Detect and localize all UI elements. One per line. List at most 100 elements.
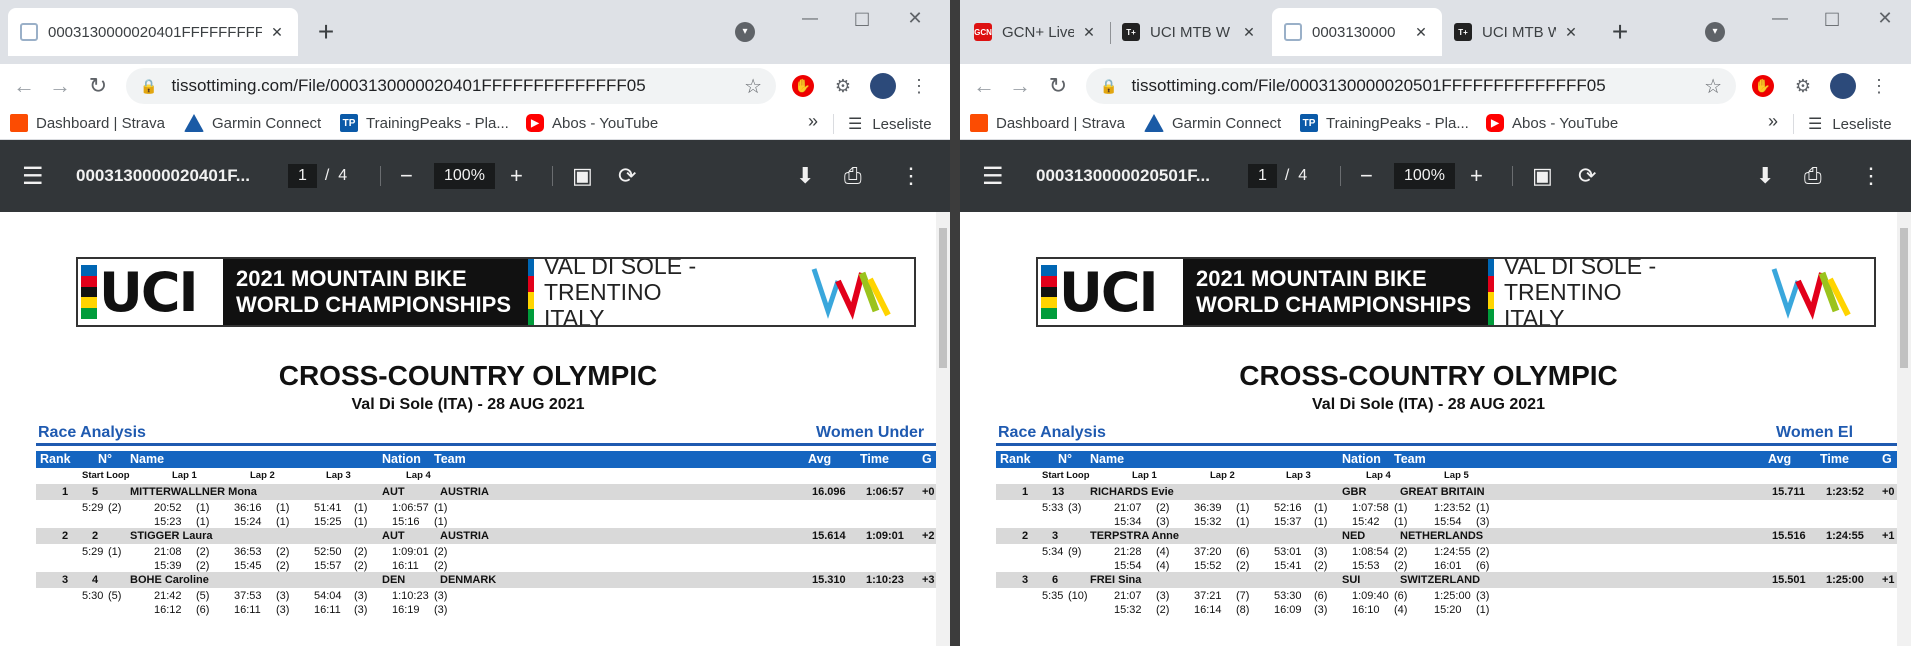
adblock-extension-icon[interactable]: ✋ xyxy=(1752,75,1774,97)
lap-value: 16:09 xyxy=(1274,604,1302,616)
page-number-input[interactable]: 1 xyxy=(1248,164,1277,188)
pdf-viewer[interactable]: UCI 2021 MOUNTAIN BIKE WORLD CHAMPIONSHI… xyxy=(0,212,950,646)
bookmark-3[interactable]: TP TrainingPeaks - Pla... xyxy=(340,114,509,132)
uci-rainbow-stripes xyxy=(81,265,97,319)
col-name: Name xyxy=(130,452,165,466)
pdf-scrollbar[interactable] xyxy=(1897,212,1911,646)
lap-value: (2) xyxy=(354,560,368,572)
tab-1[interactable]: GCN GCN+ Live ✕ xyxy=(962,8,1110,56)
maximize-icon[interactable]: □ xyxy=(1812,6,1852,32)
extensions-puzzle-icon[interactable]: ⚙ xyxy=(1792,75,1814,97)
close-tab-icon[interactable]: ✕ xyxy=(1412,24,1430,41)
lap-value: 5:30 xyxy=(82,590,104,602)
rotate-icon[interactable]: ⟳ xyxy=(1578,140,1596,212)
row-gap: +2 xyxy=(922,530,935,542)
tab-2[interactable]: T+ UCI MTB W ✕ xyxy=(1110,8,1270,56)
close-window-icon[interactable]: ✕ xyxy=(895,8,935,29)
close-tab-icon[interactable]: ✕ xyxy=(268,24,286,41)
address-bar[interactable]: 🔒 tissottiming.com/File/0003130000020401… xyxy=(126,68,776,104)
extensions-puzzle-icon[interactable]: ⚙ xyxy=(832,75,854,97)
lap-value: (2) xyxy=(434,560,448,572)
table-row[interactable]: 1 13 RICHARDS Evie GBR GREAT BRITAIN 15.711 1:… xyxy=(996,484,1897,500)
lap-value: (1) xyxy=(1236,516,1250,528)
zoom-out-button[interactable]: − xyxy=(400,140,413,212)
reload-button[interactable]: ↻ xyxy=(84,72,112,100)
bookmark-star-icon[interactable]: ☆ xyxy=(744,74,762,99)
reading-list[interactable]: ☰ Leseliste xyxy=(848,114,932,134)
page-number-input[interactable]: 1 xyxy=(288,164,317,188)
rotate-icon[interactable]: ⟳ xyxy=(618,140,636,212)
browser-menu-icon[interactable]: ⋮ xyxy=(908,75,930,97)
bookmark-star-icon[interactable]: ☆ xyxy=(1704,74,1722,99)
bookmark-2[interactable]: Garmin Connect xyxy=(1144,114,1281,132)
bookmarks-overflow-button[interactable]: » xyxy=(1768,111,1778,132)
adblock-extension-icon[interactable]: ✋ xyxy=(792,75,814,97)
forward-button[interactable]: → xyxy=(46,72,74,100)
pdf-more-icon[interactable]: ⋮ xyxy=(1860,140,1882,212)
lap-value: (1) xyxy=(1314,502,1328,514)
zoom-out-button[interactable]: − xyxy=(1360,140,1373,212)
pdf-scrollbar[interactable] xyxy=(936,212,950,646)
bookmark-3[interactable]: TP TrainingPeaks - Pla... xyxy=(1300,114,1469,132)
tab-title: GCN+ Live xyxy=(1002,23,1074,41)
bookmark-4[interactable]: ▶ Abos - YouTube xyxy=(1486,114,1618,132)
minimize-icon[interactable]: — xyxy=(1760,10,1800,28)
bookmark-1[interactable]: Dashboard | Strava xyxy=(970,114,1125,132)
close-window-icon[interactable]: ✕ xyxy=(1865,8,1905,29)
table-row[interactable]: 3 4 BOHE Caroline DEN DENMARK 15.310 1:10:23 +3 xyxy=(36,572,936,588)
pdf-menu-icon[interactable]: ☰ xyxy=(22,140,44,212)
close-tab-icon[interactable]: ✕ xyxy=(1080,24,1098,41)
tab-4[interactable]: T+ UCI MTB W ✕ xyxy=(1442,8,1592,56)
table-row[interactable]: 3 6 FREI Sina SUI SWITZERLAND 15.501 1:25:00 +1 xyxy=(996,572,1897,588)
close-tab-icon[interactable]: ✕ xyxy=(1240,24,1258,41)
zoom-in-button[interactable]: + xyxy=(1470,140,1483,212)
fit-page-icon[interactable]: ▣ xyxy=(1532,140,1553,212)
bookmark-2[interactable]: Garmin Connect xyxy=(184,114,321,132)
zoom-in-button[interactable]: + xyxy=(510,140,523,212)
table-row[interactable]: 1 5 MITTERWALLNER Mona AUT AUSTRIA 16.096 1:06… xyxy=(36,484,936,500)
profile-avatar[interactable] xyxy=(1830,73,1856,99)
back-button[interactable]: ← xyxy=(10,72,38,100)
forward-button[interactable]: → xyxy=(1006,72,1034,100)
tab-3[interactable]: 0003130000 ✕ xyxy=(1272,8,1442,56)
tab-search-icon[interactable]: ▾ xyxy=(735,22,755,42)
table-row[interactable]: 2 3 TERPSTRA Anne NED NETHERLANDS 15.516 1:24:… xyxy=(996,528,1897,544)
lap-value: 15:57 xyxy=(314,560,342,572)
lap-value: 15:54 xyxy=(1434,516,1462,528)
pdf-viewer[interactable]: UCI 2021 MOUNTAIN BIKE WORLD CHAMPIONSHI… xyxy=(960,212,1911,646)
fit-page-icon[interactable]: ▣ xyxy=(572,140,593,212)
col-gap: G xyxy=(1882,452,1892,466)
new-tab-button[interactable]: + xyxy=(310,16,342,48)
tab-1[interactable]: 0003130000020401FFFFFFFFFFFFFF05 ✕ xyxy=(8,8,298,56)
address-bar[interactable]: 🔒 tissottiming.com/File/0003130000020501… xyxy=(1086,68,1736,104)
pdf-toolbar: ☰ 0003130000020401F... 1 / 4 − 100% + ▣ … xyxy=(0,140,950,212)
reading-list[interactable]: ☰ Leseliste xyxy=(1808,114,1892,134)
bookmarks-overflow-button[interactable]: » xyxy=(808,111,818,132)
download-icon[interactable]: ⬇ xyxy=(1756,140,1774,212)
browser-menu-icon[interactable]: ⋮ xyxy=(1868,75,1890,97)
reload-button[interactable]: ↻ xyxy=(1044,72,1072,100)
tab-title: 0003130000 xyxy=(1312,23,1396,41)
print-icon[interactable]: ⎙ xyxy=(1804,140,1822,212)
bookmark-4[interactable]: ▶ Abos - YouTube xyxy=(526,114,658,132)
maximize-icon[interactable]: □ xyxy=(842,6,882,32)
minimize-icon[interactable]: — xyxy=(790,10,830,28)
pdf-page: UCI 2021 MOUNTAIN BIKE WORLD CHAMPIONSHI… xyxy=(0,212,936,646)
download-icon[interactable]: ⬇ xyxy=(796,140,814,212)
back-button[interactable]: ← xyxy=(970,72,998,100)
lap-label: Lap 2 xyxy=(250,470,275,481)
profile-avatar[interactable] xyxy=(870,73,896,99)
new-tab-button[interactable]: + xyxy=(1604,16,1636,48)
tab-search-icon[interactable]: ▾ xyxy=(1705,22,1725,42)
print-icon[interactable]: ⎙ xyxy=(844,140,862,212)
col-time: Time xyxy=(1820,452,1849,466)
zoom-level-input[interactable]: 100% xyxy=(434,163,495,189)
zoom-level-input[interactable]: 100% xyxy=(1394,163,1455,189)
table-row[interactable]: 2 2 STIGGER Laura AUT AUSTRIA 15.614 1:09:01 +2 xyxy=(36,528,936,544)
lock-icon: 🔒 xyxy=(1100,77,1118,94)
bookmark-1[interactable]: Dashboard | Strava xyxy=(10,114,165,132)
pdf-more-icon[interactable]: ⋮ xyxy=(900,140,922,212)
close-tab-icon[interactable]: ✕ xyxy=(1562,24,1580,41)
pdf-menu-icon[interactable]: ☰ xyxy=(982,140,1004,212)
lap-label: Lap 4 xyxy=(406,470,431,481)
